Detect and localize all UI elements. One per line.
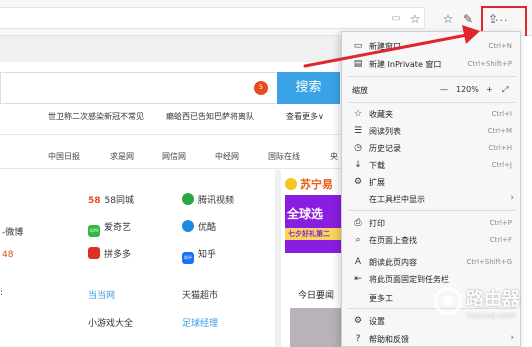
watermark-subtitle: luyouqi.com	[467, 311, 516, 320]
watermark-title: 路由器	[466, 289, 520, 310]
watermark-logo-dot	[443, 296, 453, 306]
